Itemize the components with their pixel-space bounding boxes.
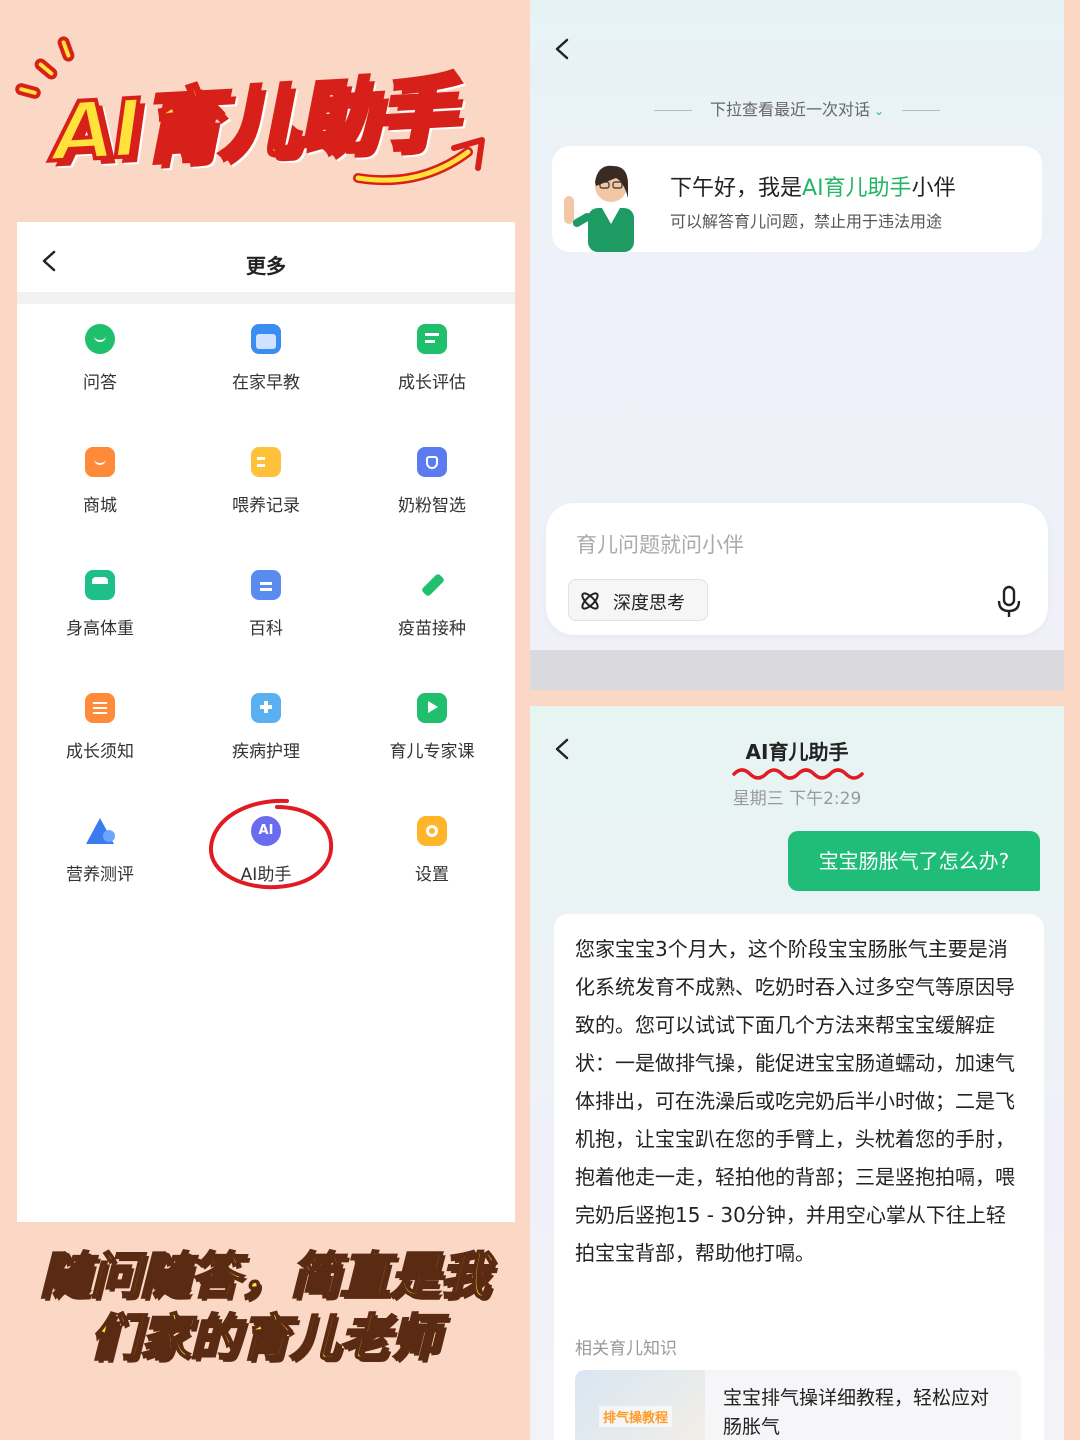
- medical-kit-icon: [251, 693, 281, 723]
- scale-icon: [85, 570, 115, 600]
- back-arrow-icon[interactable]: [552, 38, 574, 60]
- greeting-text: 下午好，我是AI育儿助手小伴: [670, 176, 956, 201]
- grid-item-early-edu[interactable]: 在家早教: [183, 324, 349, 424]
- microphone-icon[interactable]: [996, 585, 1022, 619]
- red-highlight-circle: [208, 798, 334, 890]
- video-board-icon: [417, 693, 447, 723]
- chevron-down-icon: ⌄: [873, 104, 885, 118]
- grid-item-encyclopedia[interactable]: 百科: [183, 570, 349, 670]
- formula-can-icon: [417, 447, 447, 477]
- grid-item-expert-course[interactable]: 育儿专家课: [349, 693, 515, 793]
- pyramid-icon: [85, 816, 115, 846]
- related-knowledge-label: 相关育儿知识: [575, 1339, 677, 1359]
- chat-date: 星期三 下午2:29: [732, 789, 862, 809]
- caption-line-2: 们家的育儿老师: [89, 1308, 441, 1368]
- syringe-icon: [417, 570, 447, 600]
- more-screen: 更多 问答 在家早教 成长评估 商城 喂养记录 奶粉智选 身高体重 百科 疫苗接…: [17, 222, 515, 1222]
- assistant-answer-text: 您家宝宝3个月大，这个阶段宝宝肠胀气主要是消化系统发育不成熟、吃奶时吞入过多空气…: [575, 937, 1015, 1265]
- thumbnail-tag: 排气操教程: [599, 1406, 673, 1427]
- related-article-card[interactable]: 排气操教程 宝宝排气操详细教程，轻松应对肠胀气: [575, 1370, 1021, 1440]
- assistant-answer-card: 您家宝宝3个月大，这个阶段宝宝肠胀气主要是消化系统发育不成熟、吃奶时吞入过多空气…: [554, 914, 1044, 1440]
- user-message-bubble: 宝宝肠胀气了怎么办?: [788, 831, 1040, 891]
- shopping-bag-icon: [85, 447, 115, 477]
- chat-input-placeholder[interactable]: 育儿问题就问小伴: [576, 529, 744, 559]
- swoosh-arrow-icon: [353, 137, 485, 186]
- grid-item-nutrition-eval[interactable]: 营养测评: [17, 816, 183, 916]
- calendar-icon: [251, 324, 281, 354]
- grid-item-vaccination[interactable]: 疫苗接种: [349, 570, 515, 670]
- chat-home-screen: 下拉查看最近一次对话 ⌄ 下午好，我是AI育儿助手小伴 可以解答育儿问题，禁止用于…: [530, 0, 1064, 690]
- grid-item-feeding-log[interactable]: 喂养记录: [183, 447, 349, 547]
- caption-line-1: 随问随答，简直是我: [39, 1246, 491, 1306]
- greeting-subtitle: 可以解答育儿问题，禁止用于违法用途: [670, 212, 943, 231]
- book-icon: [251, 570, 281, 600]
- clipboard-icon: [85, 693, 115, 723]
- pull-down-hint[interactable]: 下拉查看最近一次对话 ⌄: [530, 96, 1064, 120]
- report-icon: [417, 324, 447, 354]
- bottom-bar: [530, 650, 1064, 690]
- greeting-card: 下午好，我是AI育儿助手小伴 可以解答育儿问题，禁止用于违法用途: [552, 146, 1042, 252]
- grid-item-growth-notes[interactable]: 成长须知: [17, 693, 183, 793]
- page-title: 更多: [246, 254, 286, 278]
- red-squiggle-underline: [732, 768, 864, 780]
- chat-input-box[interactable]: 育儿问题就问小伴 深度思考: [546, 503, 1048, 635]
- more-header: 更多: [17, 222, 515, 304]
- headline: AI育儿助手: [0, 0, 520, 215]
- settings-hex-icon: [417, 816, 447, 846]
- grid-item-formula-pick[interactable]: 奶粉智选: [349, 447, 515, 547]
- assistant-avatar: [564, 165, 634, 252]
- grid-item-settings[interactable]: 设置: [349, 816, 515, 916]
- caption: 随问随答，简直是我 们家的育儿老师: [0, 1245, 530, 1369]
- grid-item-height-weight[interactable]: 身高体重: [17, 570, 183, 670]
- grid-item-disease-care[interactable]: 疾病护理: [183, 693, 349, 793]
- related-article-title: 宝宝排气操详细教程，轻松应对肠胀气: [723, 1387, 990, 1438]
- article-thumbnail: 排气操教程: [575, 1370, 705, 1440]
- chat-bubble-icon: [85, 324, 115, 354]
- chat-title: AI育儿助手: [745, 740, 849, 764]
- bottle-icon: [251, 447, 281, 477]
- grid-item-growth-eval[interactable]: 成长评估: [349, 324, 515, 424]
- atom-icon: [581, 592, 599, 610]
- grid-item-qa[interactable]: 问答: [17, 324, 183, 424]
- deep-think-button[interactable]: 深度思考: [568, 579, 708, 621]
- chat-detail-screen: AI育儿助手 星期三 下午2:29 宝宝肠胀气了怎么办? 您家宝宝3个月大，这个…: [530, 706, 1064, 1440]
- grid-item-mall[interactable]: 商城: [17, 447, 183, 547]
